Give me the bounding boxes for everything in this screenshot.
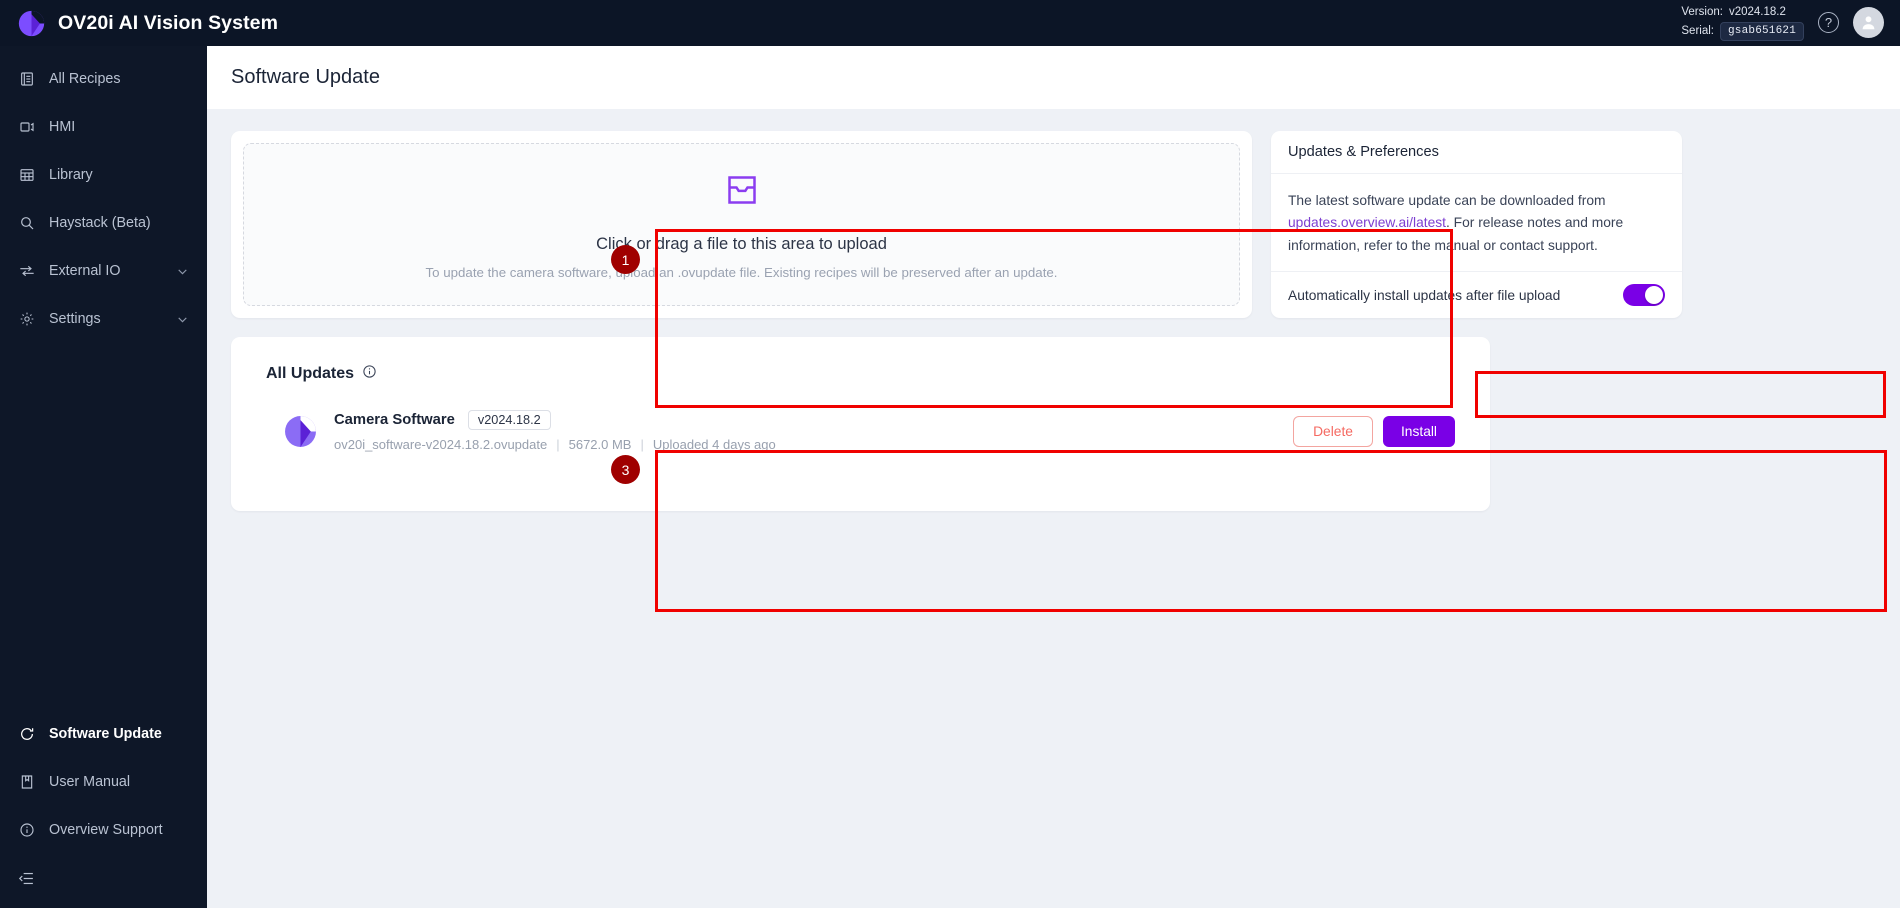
install-button[interactable]: Install xyxy=(1382,415,1455,447)
update-meta: Camera Software v2024.18.2 ov20i_softwar… xyxy=(334,410,776,452)
preferences-header: Updates & Preferences xyxy=(1271,131,1682,174)
sidebar-item-overview-support[interactable]: Overview Support xyxy=(0,806,207,854)
list-recipes-icon xyxy=(18,71,35,88)
help-icon[interactable]: ? xyxy=(1818,12,1839,34)
dropzone-headline: Click or drag a file to this area to upl… xyxy=(596,234,887,253)
sidebar-bottom-nav: Software Update User Manual Overview Sup… xyxy=(0,710,207,908)
update-name: Camera Software xyxy=(334,412,455,429)
toggle-knob xyxy=(1645,286,1663,305)
chevron-down-icon xyxy=(176,313,189,326)
all-updates-inner: All Updates Camera Software v2024.18.2 o… xyxy=(244,350,1477,498)
all-updates-heading-label: All Updates xyxy=(266,365,355,383)
avatar[interactable] xyxy=(1853,7,1884,39)
inbox-upload-icon xyxy=(722,170,762,215)
info-circle-icon xyxy=(18,822,35,839)
hmi-screen-icon xyxy=(18,119,35,136)
all-updates-card: All Updates Camera Software v2024.18.2 o… xyxy=(231,337,1490,512)
refresh-icon xyxy=(18,726,35,743)
version-line: Version: v2024.18.2 xyxy=(1681,5,1785,21)
chevron-down-icon xyxy=(176,265,189,278)
preferences-text-before-link: The latest software update can be downlo… xyxy=(1288,193,1606,208)
sidebar: All Recipes HMI Library Haystack (Beta) … xyxy=(0,46,207,908)
sidebar-item-user-manual[interactable]: User Manual xyxy=(0,758,207,806)
version-serial-block: Version: v2024.18.2 Serial: gsab651621 xyxy=(1681,5,1804,42)
brand-title: OV20i AI Vision System xyxy=(58,11,279,34)
file-dropzone[interactable]: Click or drag a file to this area to upl… xyxy=(243,143,1240,306)
serial-line: Serial: gsab651621 xyxy=(1681,22,1804,42)
content-area: Click or drag a file to this area to upl… xyxy=(207,109,1900,612)
app-logo-icon xyxy=(18,10,45,37)
sidebar-item-label: HMI xyxy=(49,119,76,135)
auto-install-row: Automatically install updates after file… xyxy=(1271,271,1682,318)
sidebar-item-label: External IO xyxy=(49,263,121,279)
auto-install-toggle[interactable] xyxy=(1623,284,1665,307)
main-area: Software Update Click or drag a file to … xyxy=(207,46,1900,908)
sidebar-item-label: Software Update xyxy=(49,726,162,742)
sidebar-item-label: Overview Support xyxy=(49,822,163,838)
update-subline: ov20i_software-v2024.18.2.ovupdate | 567… xyxy=(334,437,776,452)
grid-table-icon xyxy=(18,167,35,184)
sidebar-item-library[interactable]: Library xyxy=(0,151,207,199)
updates-preferences-card: Updates & Preferences The latest softwar… xyxy=(1271,131,1682,319)
updates-download-link[interactable]: updates.overview.ai/latest xyxy=(1288,215,1446,230)
camera-software-logo xyxy=(284,415,317,448)
version-label: Version: xyxy=(1681,5,1723,18)
version-badge: v2024.18.2 xyxy=(467,410,551,431)
info-circle-icon[interactable] xyxy=(362,364,377,384)
auto-install-label: Automatically install updates after file… xyxy=(1288,287,1561,303)
update-filename: ov20i_software-v2024.18.2.ovupdate xyxy=(334,437,548,453)
topbar-right-group: Version: v2024.18.2 Serial: gsab651621 ? xyxy=(1681,5,1900,42)
gear-icon xyxy=(18,311,35,328)
separator: | xyxy=(556,437,560,453)
upload-card: Click or drag a file to this area to upl… xyxy=(231,131,1252,318)
preferences-body: The latest software update can be downlo… xyxy=(1271,174,1682,271)
collapse-sidebar-button[interactable] xyxy=(0,854,207,902)
page-title: Software Update xyxy=(231,66,380,88)
update-uploaded: Uploaded 4 days ago xyxy=(652,437,776,453)
top-row: Click or drag a file to this area to upl… xyxy=(231,131,1876,319)
top-bar: OV20i AI Vision System Version: v2024.18.… xyxy=(0,0,1900,46)
sidebar-item-label: User Manual xyxy=(49,774,131,790)
serial-value-chip: gsab651621 xyxy=(1719,22,1804,42)
update-size: 5672.0 MB xyxy=(568,437,632,453)
book-icon xyxy=(18,774,35,791)
dropzone-subtext: To update the camera software, upload an… xyxy=(425,264,1058,280)
all-updates-heading: All Updates xyxy=(266,364,1455,384)
sidebar-item-software-update[interactable]: Software Update xyxy=(0,710,207,758)
update-actions: Delete Install xyxy=(1293,415,1455,447)
preferences-description: The latest software update can be downlo… xyxy=(1288,190,1665,257)
separator: | xyxy=(640,437,644,453)
sidebar-item-settings[interactable]: Settings xyxy=(0,295,207,343)
sidebar-top-nav: All Recipes HMI Library Haystack (Beta) … xyxy=(0,46,207,343)
serial-label: Serial: xyxy=(1681,24,1714,37)
sidebar-item-haystack[interactable]: Haystack (Beta) xyxy=(0,199,207,247)
collapse-sidebar-icon xyxy=(18,870,35,887)
version-value: v2024.18.2 xyxy=(1728,5,1786,18)
sidebar-item-label: Haystack (Beta) xyxy=(49,215,151,231)
delete-button[interactable]: Delete xyxy=(1293,415,1373,447)
update-title-line: Camera Software v2024.18.2 xyxy=(334,410,776,431)
page-header: Software Update xyxy=(207,46,1900,109)
search-icon xyxy=(18,215,35,232)
sidebar-item-all-recipes[interactable]: All Recipes xyxy=(0,55,207,103)
sidebar-item-external-io[interactable]: External IO xyxy=(0,247,207,295)
io-arrows-icon xyxy=(18,263,35,280)
sidebar-item-label: All Recipes xyxy=(49,71,121,87)
table-row: Camera Software v2024.18.2 ov20i_softwar… xyxy=(266,410,1455,452)
sidebar-item-label: Library xyxy=(49,167,93,183)
sidebar-item-label: Settings xyxy=(49,311,101,327)
annotation-box-2 xyxy=(1475,371,1886,418)
sidebar-item-hmi[interactable]: HMI xyxy=(0,103,207,151)
brand: OV20i AI Vision System xyxy=(0,10,278,37)
